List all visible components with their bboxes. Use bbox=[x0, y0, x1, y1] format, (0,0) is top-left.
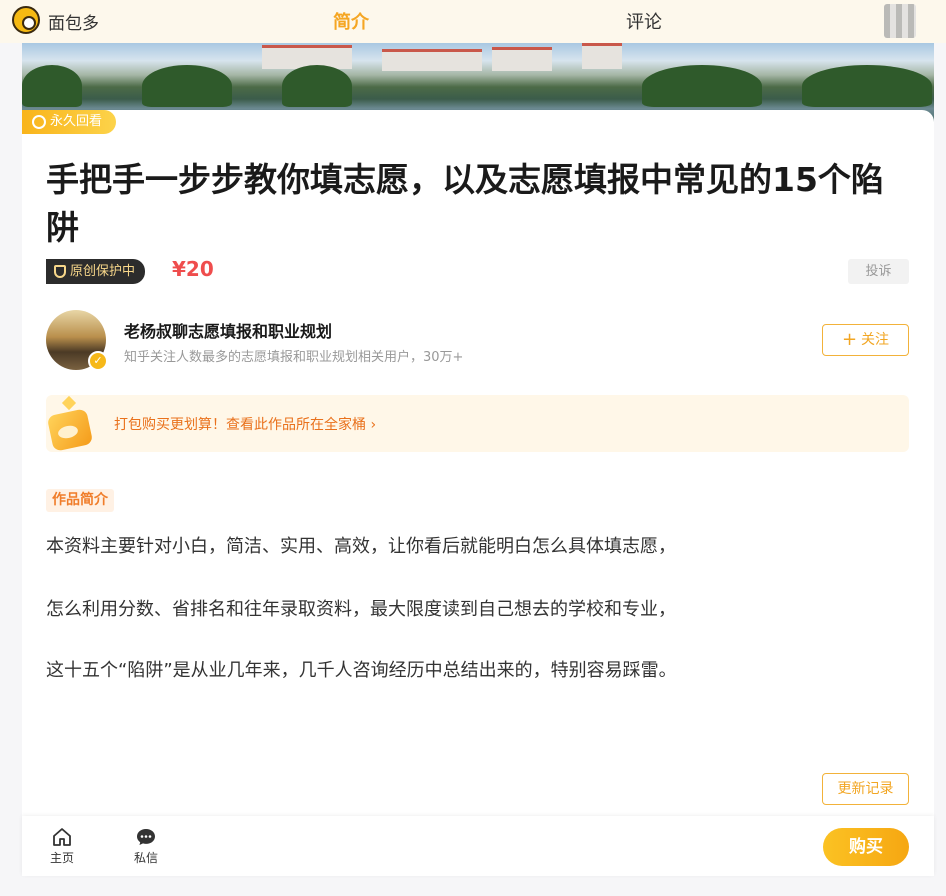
author-name[interactable]: 老杨叔聊志愿填报和职业规划 bbox=[124, 318, 332, 342]
intro-section-label: 作品简介 bbox=[46, 489, 114, 512]
product-title: 手把手一步步教你填志愿，以及志愿填报中常见的15个陷阱 bbox=[46, 160, 884, 247]
buy-button[interactable]: 购买 bbox=[823, 828, 909, 866]
protection-badge-label: 原创保护中 bbox=[70, 264, 136, 279]
shield-icon bbox=[54, 265, 66, 278]
top-bar bbox=[0, 0, 946, 43]
replay-badge-label: 永久回看 bbox=[50, 114, 103, 129]
check-circle-icon bbox=[32, 115, 46, 129]
plus-icon: + bbox=[841, 329, 858, 350]
home-icon bbox=[53, 828, 71, 846]
follow-button[interactable]: + 关注 bbox=[822, 324, 909, 356]
chat-bubble-icon bbox=[137, 829, 155, 845]
update-history-button[interactable]: 更新记录 bbox=[822, 773, 909, 805]
intro-paragraph: 本资料主要针对小白，简洁、实用、高效，让你看后就能明白怎么具体填志愿， bbox=[46, 536, 676, 557]
user-avatar[interactable] bbox=[884, 4, 916, 38]
nav-home-label: 主页 bbox=[49, 851, 74, 865]
brand-logo-icon[interactable] bbox=[12, 6, 40, 34]
nav-message-label: 私信 bbox=[133, 851, 158, 865]
tab-comments[interactable]: 评论 bbox=[626, 8, 662, 34]
verified-icon: ✓ bbox=[88, 351, 108, 371]
report-button[interactable]: 投诉 bbox=[848, 259, 909, 284]
follow-label: 关注 bbox=[861, 332, 890, 348]
permanent-replay-badge: 永久回看 bbox=[22, 110, 117, 134]
bundle-promo-label: 打包购买更划算！查看此作品所在全家桶 bbox=[114, 417, 366, 433]
product-price: ¥20 bbox=[172, 257, 214, 281]
author-description: 知乎关注人数最多的志愿填报和职业规划相关用户，30万+ bbox=[124, 350, 464, 365]
bucket-icon bbox=[46, 395, 96, 452]
nav-home[interactable]: 主页 bbox=[42, 828, 82, 866]
intro-paragraph: 这十五个“陷阱”是从业几年来，几千人咨询经历中总结出来的，特别容易踩雷。 bbox=[46, 660, 677, 681]
tab-intro[interactable]: 简介 bbox=[333, 8, 369, 34]
bundle-promo-text[interactable]: 打包购买更划算！查看此作品所在全家桶 › bbox=[114, 414, 376, 434]
nav-message[interactable]: 私信 bbox=[126, 828, 166, 866]
brand-name[interactable]: 面包多 bbox=[48, 9, 99, 34]
original-protection-badge: 原创保护中 bbox=[46, 259, 146, 284]
intro-paragraph: 怎么利用分数、省排名和往年录取资料，最大限度读到自己想去的学校和专业， bbox=[46, 599, 676, 620]
chevron-right-icon: › bbox=[370, 417, 377, 433]
